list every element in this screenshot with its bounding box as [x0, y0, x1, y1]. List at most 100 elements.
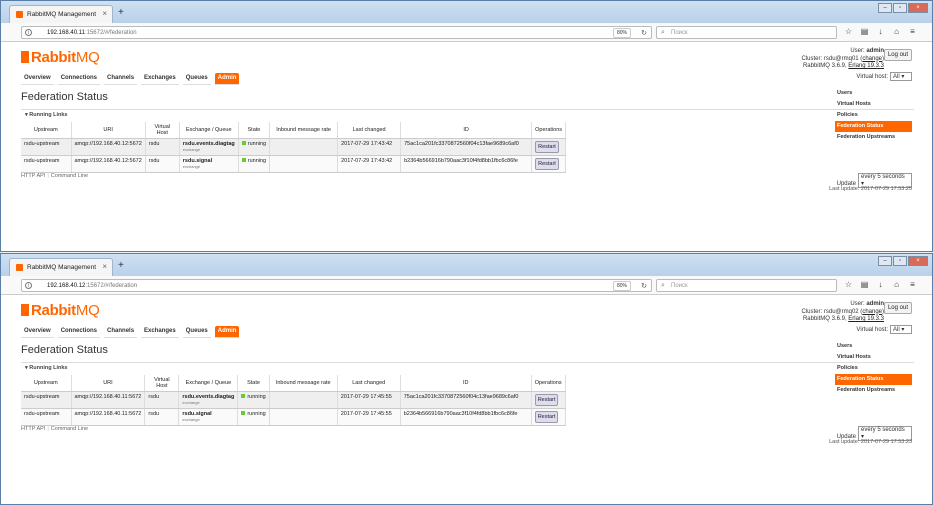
footer-link[interactable]: HTTP API — [21, 426, 47, 432]
side-menu-virtual-hosts[interactable]: Virtual Hosts — [835, 352, 912, 363]
table-row: rsdu-upstream amqp://192.168.40.12:5672 rs… — [21, 155, 567, 173]
download-icon[interactable]: ↓ — [875, 26, 886, 38]
bookmark-star-icon[interactable]: ☆ — [843, 26, 854, 38]
close-window-icon[interactable]: × — [908, 3, 928, 13]
erlang-version-link[interactable]: Erlang 19.3.3 — [848, 63, 884, 69]
side-menu-policies[interactable]: Policies — [835, 363, 912, 374]
new-tab-icon[interactable]: + — [118, 7, 124, 18]
maximize-icon[interactable]: ▫ — [893, 256, 907, 266]
side-menu-federation-status[interactable]: Federation Status — [835, 121, 912, 132]
bookmark-star-icon[interactable]: ☆ — [843, 279, 854, 291]
exchange-queue-cell[interactable]: rsdu.signal exchange — [178, 408, 239, 426]
footer-link[interactable]: Command Line — [51, 426, 90, 432]
virtual-host-select[interactable]: All ▾ — [890, 72, 912, 81]
change-cluster-link[interactable]: change — [862, 56, 882, 62]
tab-exchanges[interactable]: Exchanges — [141, 326, 179, 338]
user-info: User: admin Cluster: rsdu@rmq02 (change)… — [801, 301, 884, 322]
tab-connections[interactable]: Connections — [57, 73, 101, 85]
side-menu-federation-status[interactable]: Federation Status — [835, 374, 912, 385]
restart-button[interactable]: Restart — [535, 141, 559, 153]
tab-overview[interactable]: Overview — [21, 73, 54, 85]
tab-queues[interactable]: Queues — [182, 73, 211, 85]
minimize-icon[interactable]: – — [878, 256, 892, 266]
state-cell: running — [238, 138, 271, 156]
column-header: Virtual Host — [145, 122, 180, 139]
home-icon[interactable]: ⌂ — [891, 26, 902, 38]
column-header: URI — [71, 122, 146, 139]
table-row: rsdu-upstream amqp://192.168.40.11:5672 rs… — [21, 391, 566, 409]
search-icon: ⌕ — [661, 282, 665, 289]
browser-tab[interactable]: RabbitMQ Management × — [9, 258, 113, 276]
zoom-level[interactable]: 80% — [612, 281, 631, 291]
user-info: User: admin Cluster: rsdu@rmq01 (change)… — [801, 48, 884, 69]
close-window-icon[interactable]: × — [908, 256, 928, 266]
info-icon[interactable]: i — [25, 29, 32, 36]
section-running-links[interactable]: ▾ Running Links — [25, 365, 68, 371]
restart-button[interactable]: Restart — [535, 158, 559, 170]
column-header: Exchange / Queue — [179, 122, 239, 139]
menu-icon[interactable]: ≡ — [907, 26, 918, 38]
library-icon[interactable]: ▤ — [859, 279, 870, 291]
search-input[interactable]: ⌕ Поиск — [656, 279, 837, 292]
reload-icon[interactable]: ↻ — [641, 29, 647, 37]
virtual-host-select[interactable]: All ▾ — [890, 325, 912, 334]
rabbitmq-version: RabbitMQ 3.6.9, — [802, 316, 847, 322]
rabbitmq-logo: RabbitMQ — [21, 302, 100, 319]
tab-overview[interactable]: Overview — [21, 326, 54, 338]
zoom-level[interactable]: 80% — [612, 28, 631, 38]
side-menu-virtual-hosts[interactable]: Virtual Hosts — [835, 99, 912, 110]
tab-queues[interactable]: Queues — [182, 326, 211, 338]
tab-channels[interactable]: Channels — [104, 326, 138, 338]
change-cluster-link[interactable]: change — [862, 309, 882, 315]
exchange-queue-cell[interactable]: rsdu.events.diagtag exchange — [179, 138, 239, 156]
side-menu-federation-upstreams[interactable]: Federation Upstreams — [835, 385, 912, 396]
table-row: rsdu-upstream amqp://192.168.40.11:5672 rs… — [21, 408, 566, 426]
close-tab-icon[interactable]: × — [102, 9, 107, 18]
page-title: Federation Status — [21, 344, 108, 356]
tab-connections[interactable]: Connections — [57, 326, 101, 338]
rabbitmq-version: RabbitMQ 3.6.9, — [802, 63, 847, 69]
footer-link[interactable]: HTTP API — [21, 173, 47, 179]
tab-exchanges[interactable]: Exchanges — [141, 73, 179, 85]
column-header: Operations — [531, 375, 566, 392]
exchange-queue-cell[interactable]: rsdu.signal exchange — [179, 155, 239, 173]
side-menu-federation-upstreams[interactable]: Federation Upstreams — [835, 132, 912, 143]
logout-button[interactable]: Log out — [883, 49, 912, 61]
browser-tab[interactable]: RabbitMQ Management × — [9, 5, 113, 23]
download-icon[interactable]: ↓ — [875, 279, 886, 291]
new-tab-icon[interactable]: + — [118, 260, 124, 271]
minimize-icon[interactable]: – — [878, 3, 892, 13]
url-bar[interactable]: i 192.168.40.11:15672/#/federation 80% ↻ — [21, 26, 652, 39]
library-icon[interactable]: ▤ — [859, 26, 870, 38]
column-header: Operations — [531, 122, 567, 139]
search-input[interactable]: ⌕ Поиск — [656, 26, 837, 39]
footer-link[interactable]: Command Line — [51, 173, 90, 179]
restart-button[interactable]: Restart — [534, 394, 559, 406]
close-tab-icon[interactable]: × — [102, 262, 107, 271]
column-header: Last changed — [337, 122, 402, 139]
last-changed-cell: 2017-07-29 17:43:42 — [337, 155, 402, 173]
erlang-version-link[interactable]: Erlang 19.3.3 — [848, 316, 884, 322]
side-menu-policies[interactable]: Policies — [835, 110, 912, 121]
side-menu-users[interactable]: Users — [835, 88, 912, 99]
column-header: State — [238, 122, 271, 139]
logout-button[interactable]: Log out — [883, 302, 912, 314]
tab-admin[interactable]: Admin — [214, 73, 240, 85]
id-cell: b2364b566916b790aac3f10f4fd8bb1fbc6c86fe — [400, 408, 532, 426]
menu-icon[interactable]: ≡ — [907, 279, 918, 291]
home-icon[interactable]: ⌂ — [891, 279, 902, 291]
url-bar[interactable]: i 192.168.40.12:15672/#/federation 80% ↻ — [21, 279, 652, 292]
exchange-queue-cell[interactable]: rsdu.events.diagtag exchange — [178, 391, 239, 409]
maximize-icon[interactable]: ▫ — [893, 3, 907, 13]
restart-button[interactable]: Restart — [534, 411, 559, 423]
exchange-kind: exchange — [182, 147, 201, 152]
tab-admin[interactable]: Admin — [214, 326, 240, 338]
side-menu-users[interactable]: Users — [835, 341, 912, 352]
tab-channels[interactable]: Channels — [104, 73, 138, 85]
rabbitmq-favicon-icon — [16, 264, 23, 271]
reload-icon[interactable]: ↻ — [641, 282, 647, 290]
section-running-links[interactable]: ▾ Running Links — [25, 112, 68, 118]
info-icon[interactable]: i — [25, 282, 32, 289]
rabbitmq-favicon-icon — [16, 11, 23, 18]
admin-side-menu: Users Virtual Hosts Policies Federation Sta… — [835, 88, 912, 143]
